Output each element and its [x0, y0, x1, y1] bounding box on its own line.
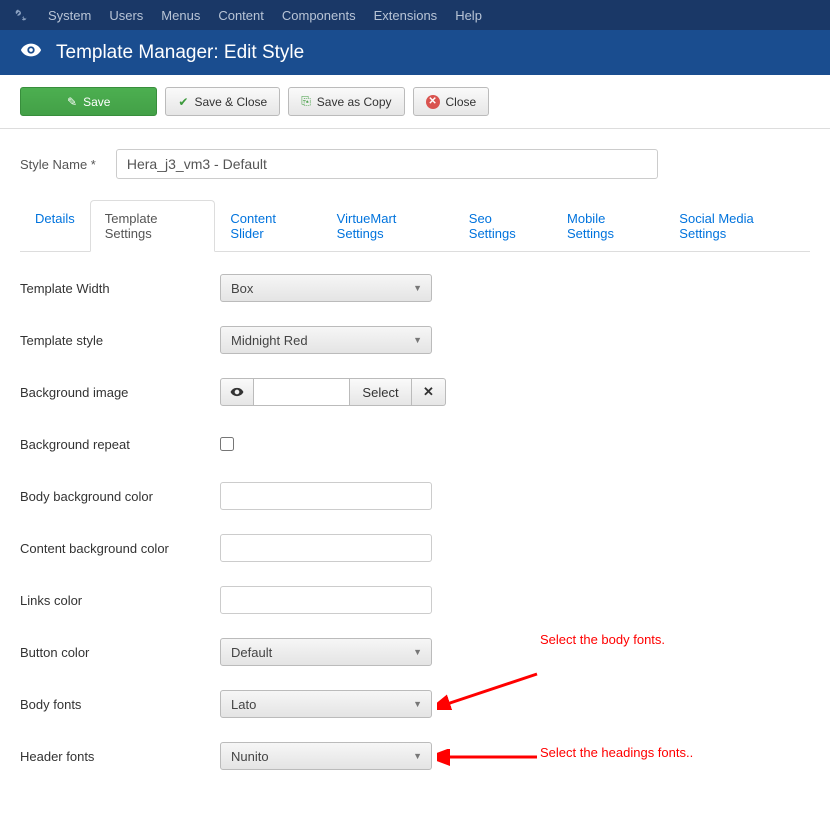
tab-virtuemart-settings[interactable]: VirtueMart Settings — [322, 200, 454, 252]
row-template-width: Template Width Box — [20, 274, 810, 302]
label-body-fonts: Body fonts — [20, 697, 220, 712]
input-content-bg[interactable] — [220, 534, 432, 562]
close-label: Close — [446, 95, 477, 109]
toolbar: ✎ Save ✔ Save & Close ⎘ Save as Copy ✕ C… — [0, 75, 830, 129]
menu-menus[interactable]: Menus — [161, 8, 200, 23]
save-copy-label: Save as Copy — [317, 95, 392, 109]
label-template-width: Template Width — [20, 281, 220, 296]
tab-social-media-settings[interactable]: Social Media Settings — [664, 200, 810, 252]
select-template-width[interactable]: Box — [220, 274, 432, 302]
row-content-bg: Content background color — [20, 534, 810, 562]
checkbox-bg-repeat[interactable] — [220, 437, 234, 451]
row-template-style: Template style Midnight Red — [20, 326, 810, 354]
check-icon: ✔ — [178, 95, 188, 109]
tabs: Details Template Settings Content Slider… — [20, 199, 810, 252]
save-copy-button[interactable]: ⎘ Save as Copy — [288, 87, 404, 116]
tab-details[interactable]: Details — [20, 200, 90, 252]
tab-template-settings[interactable]: Template Settings — [90, 200, 216, 252]
save-button[interactable]: ✎ Save — [20, 87, 157, 116]
label-links-color: Links color — [20, 593, 220, 608]
close-button[interactable]: ✕ Close — [413, 87, 490, 116]
style-name-label: Style Name * — [20, 157, 96, 172]
input-body-bg[interactable] — [220, 482, 432, 510]
tab-seo-settings[interactable]: Seo Settings — [454, 200, 552, 252]
menu-content[interactable]: Content — [218, 8, 264, 23]
row-body-fonts: Body fonts Lato — [20, 690, 810, 718]
save-close-button[interactable]: ✔ Save & Close — [165, 87, 280, 116]
select-body-fonts[interactable]: Lato — [220, 690, 432, 718]
row-links-color: Links color — [20, 586, 810, 614]
form-area: Style Name * Details Template Settings C… — [0, 129, 830, 814]
tab-content-slider[interactable]: Content Slider — [215, 200, 321, 252]
menu-users[interactable]: Users — [109, 8, 143, 23]
label-button-color: Button color — [20, 645, 220, 660]
eye-icon — [20, 39, 42, 66]
page-header: Template Manager: Edit Style — [0, 30, 830, 75]
save-close-label: Save & Close — [194, 95, 267, 109]
row-header-fonts: Header fonts Nunito Select the headings … — [20, 742, 810, 770]
bg-image-clear-button[interactable]: ✕ — [412, 378, 446, 406]
arrow-annotation-icon — [437, 749, 542, 769]
save-label: Save — [83, 95, 110, 109]
select-header-fonts[interactable]: Nunito — [220, 742, 432, 770]
row-bg-image: Background image Select ✕ — [20, 378, 810, 406]
annotation-header-fonts: Select the headings fonts.. — [540, 745, 693, 760]
select-button-color[interactable]: Default — [220, 638, 432, 666]
label-header-fonts: Header fonts — [20, 749, 220, 764]
label-content-bg: Content background color — [20, 541, 220, 556]
row-button-color: Button color Default Select the body fon… — [20, 638, 810, 666]
bg-image-group: Select ✕ — [220, 378, 446, 406]
menu-system[interactable]: System — [48, 8, 91, 23]
label-template-style: Template style — [20, 333, 220, 348]
bg-image-path — [254, 378, 350, 406]
style-name-input[interactable] — [116, 149, 658, 179]
style-name-row: Style Name * — [20, 149, 810, 179]
copy-icon: ⎘ — [301, 94, 311, 109]
row-body-bg: Body background color — [20, 482, 810, 510]
bg-image-select-button[interactable]: Select — [350, 378, 412, 406]
top-nav: System Users Menus Content Components Ex… — [0, 0, 830, 30]
close-icon: ✕ — [426, 95, 440, 109]
label-bg-image: Background image — [20, 385, 220, 400]
joomla-logo-icon[interactable] — [12, 6, 30, 24]
menu-help[interactable]: Help — [455, 8, 482, 23]
page-title: Template Manager: Edit Style — [56, 42, 304, 64]
menu-extensions[interactable]: Extensions — [374, 8, 438, 23]
label-body-bg: Body background color — [20, 489, 220, 504]
apply-icon: ✎ — [67, 95, 77, 109]
input-links-color[interactable] — [220, 586, 432, 614]
arrow-annotation-icon — [437, 670, 542, 710]
preview-icon-button[interactable] — [220, 378, 254, 406]
row-bg-repeat: Background repeat — [20, 430, 810, 458]
select-template-style[interactable]: Midnight Red — [220, 326, 432, 354]
menu-components[interactable]: Components — [282, 8, 356, 23]
tab-mobile-settings[interactable]: Mobile Settings — [552, 200, 664, 252]
annotation-body-fonts: Select the body fonts. — [540, 632, 665, 647]
label-bg-repeat: Background repeat — [20, 437, 220, 452]
